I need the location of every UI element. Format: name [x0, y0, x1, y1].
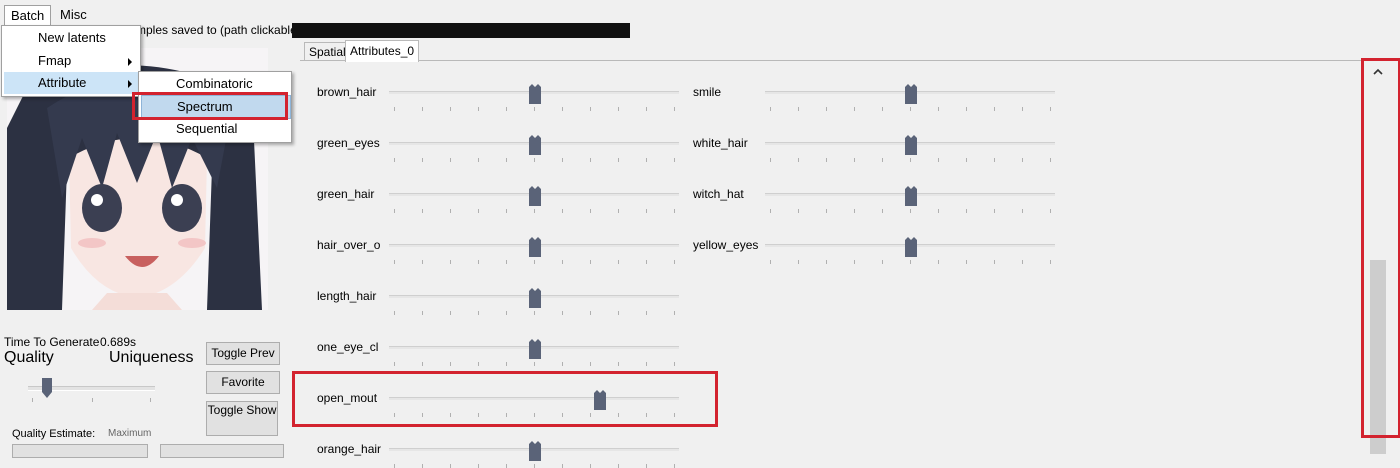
attribute-label: green_hair: [317, 187, 375, 201]
attribute-label: length_hair: [317, 289, 377, 303]
slider-ticks: [765, 107, 1055, 111]
toggle-show-button[interactable]: Toggle Show: [206, 401, 278, 436]
batch-dropdown-menu: New latents Fmap Attribute: [1, 25, 141, 97]
attribute-slider-thumb[interactable]: [529, 288, 541, 311]
scrollbar-thumb[interactable]: [1370, 260, 1386, 454]
time-to-generate-label: Time To Generate: [4, 335, 100, 349]
quality-estimate-label: Quality Estimate:: [12, 428, 96, 440]
attribute-slider-thumb[interactable]: [905, 135, 917, 158]
attribute-slider-thumb[interactable]: [529, 186, 541, 209]
attribute-slider-thumb[interactable]: [905, 84, 917, 107]
submenu-item-label: Sequential: [176, 121, 238, 136]
submenu-item-combinatoric[interactable]: Combinatoric: [141, 73, 289, 95]
quality-estimate-bar-left: [12, 444, 148, 458]
slider-ticks: [389, 107, 679, 111]
caret-right-icon: [128, 80, 132, 88]
menu-item-fmap[interactable]: Fmap: [4, 50, 138, 72]
menu-item-new-latents[interactable]: New latents: [4, 27, 138, 49]
path-field[interactable]: [292, 23, 630, 38]
slider-ticks: [389, 260, 679, 264]
attribute-slider-thumb[interactable]: [529, 135, 541, 158]
attribute-slider-thumb[interactable]: [594, 390, 606, 413]
submenu-item-spectrum[interactable]: Spectrum: [141, 95, 291, 119]
slider-ticks: [389, 311, 679, 315]
quality-label: Quality: [4, 349, 54, 366]
slider-ticks: [389, 413, 679, 417]
menu-batch[interactable]: Batch: [4, 5, 52, 26]
submenu-item-label: Spectrum: [177, 99, 233, 114]
tab-spatial[interactable]: Spatial: [304, 42, 351, 61]
slider-ticks: [765, 158, 1055, 162]
time-to-generate-value: 0.689s: [100, 335, 137, 349]
submenu-item-sequential[interactable]: Sequential: [141, 118, 289, 140]
slider-ticks: [765, 209, 1055, 213]
attribute-slider-thumb[interactable]: [529, 441, 541, 464]
menu-item-attribute[interactable]: Attribute: [4, 72, 138, 94]
attribute-label: yellow_eyes: [693, 238, 759, 252]
attribute-submenu: Combinatoric Spectrum Sequential: [138, 71, 292, 143]
attribute-label: witch_hat: [693, 187, 744, 201]
menu-item-label: New latents: [38, 30, 106, 45]
quality-estimate-bar-right: [160, 444, 284, 458]
attribute-slider-thumb[interactable]: [529, 339, 541, 362]
slider-ticks: [389, 362, 679, 366]
submenu-item-label: Combinatoric: [176, 76, 253, 91]
attribute-label: green_eyes: [317, 136, 380, 150]
favorite-button[interactable]: Favorite: [206, 371, 280, 394]
attribute-label: smile: [693, 85, 722, 99]
slider-ticks: [765, 260, 1055, 264]
slider-ticks: [389, 209, 679, 213]
toggle-prev-button[interactable]: Toggle Prev: [206, 342, 280, 365]
quality-estimate-value: Maximum: [108, 428, 152, 439]
path-label: mples saved to (path clickable):: [136, 23, 305, 37]
slider-ticks: [32, 398, 152, 402]
menu-item-label: Attribute: [38, 75, 87, 90]
caret-right-icon: [128, 58, 132, 66]
slider-ticks: [389, 464, 679, 468]
attribute-label: one_eye_cl: [317, 340, 379, 354]
chevron-up-icon[interactable]: [1370, 64, 1386, 80]
tab-panel-border: [300, 60, 1400, 61]
attribute-label: open_mout: [317, 391, 378, 405]
slider-ticks: [389, 158, 679, 162]
menu-item-label: Fmap: [38, 53, 72, 68]
attribute-slider-thumb[interactable]: [529, 84, 541, 107]
attribute-label: brown_hair: [317, 85, 377, 99]
attribute-label: hair_over_o: [317, 238, 381, 252]
tab-attributes-0[interactable]: Attributes_0: [345, 40, 420, 62]
menu-misc[interactable]: Misc: [54, 5, 93, 25]
attribute-slider-thumb[interactable]: [905, 237, 917, 260]
attribute-slider[interactable]: [389, 397, 679, 400]
attribute-label: white_hair: [693, 136, 748, 150]
attribute-slider-thumb[interactable]: [529, 237, 541, 260]
attribute-slider-thumb[interactable]: [905, 186, 917, 209]
uniqueness-label: Uniqueness: [109, 349, 194, 366]
